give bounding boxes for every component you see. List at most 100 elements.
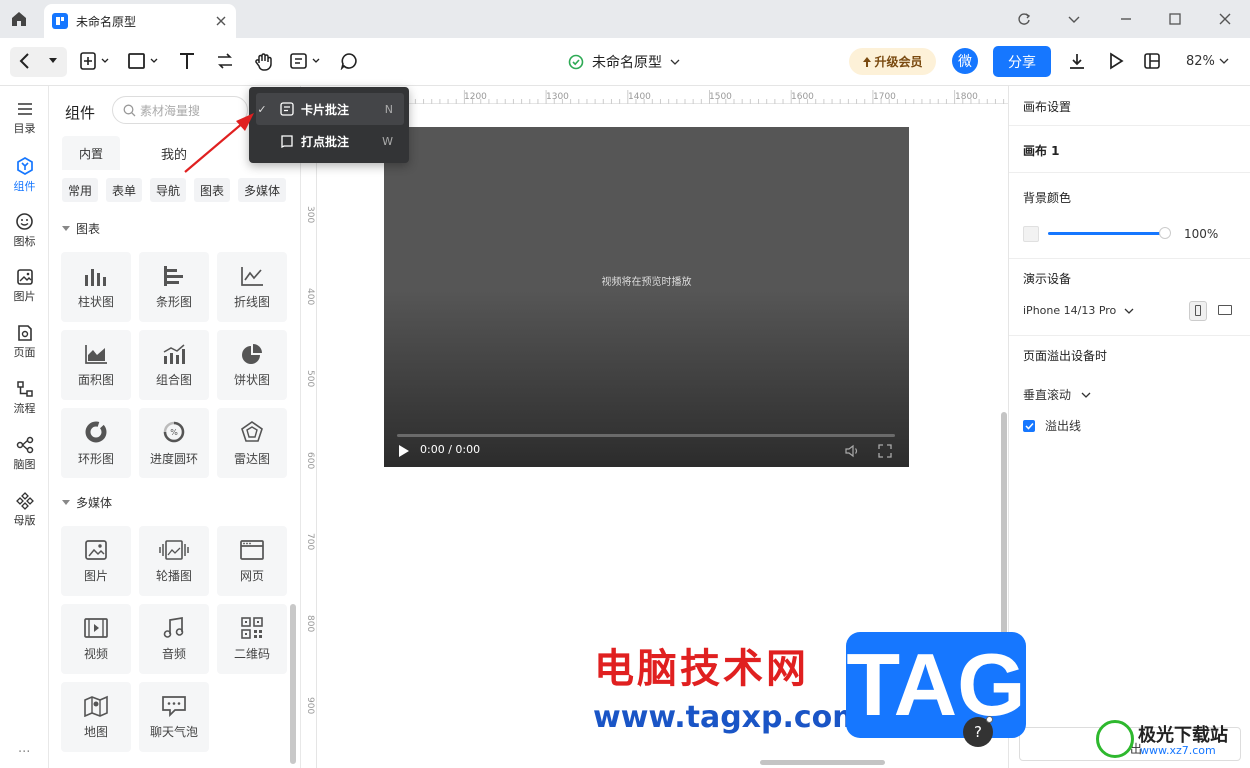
ruler-label: 1600 (791, 92, 814, 102)
play-icon[interactable] (1108, 52, 1124, 70)
close-tab-icon[interactable] (216, 16, 226, 26)
more-icon[interactable]: ··· (18, 745, 30, 760)
tile-pie-chart[interactable]: 饼状图 (217, 330, 287, 400)
landscape-orientation-icon[interactable] (1218, 305, 1232, 315)
opacity-slider[interactable] (1048, 232, 1166, 235)
connector-icon[interactable] (216, 52, 234, 70)
category-common[interactable]: 常用 (62, 178, 99, 202)
ruler-label: 1200 (464, 92, 487, 102)
webpage-icon (240, 539, 264, 560)
tile-bar-chart[interactable]: 柱状图 (61, 252, 131, 322)
opacity-value[interactable]: 100% (1184, 227, 1218, 241)
bg-color-swatch[interactable] (1023, 226, 1039, 242)
tile-combo-chart[interactable]: 组合图 (139, 330, 209, 400)
section-media[interactable]: 多媒体 (62, 494, 112, 511)
ruler-label: 900 (305, 697, 315, 715)
nav-images[interactable]: 图片 (0, 268, 49, 304)
nav-catalog[interactable]: 目录 (0, 100, 49, 136)
divider (1009, 125, 1250, 126)
tile-audio[interactable]: 音频 (139, 604, 209, 674)
tile-video[interactable]: 视频 (61, 604, 131, 674)
home-icon[interactable] (10, 10, 28, 28)
document-tab[interactable]: 未命名原型 (44, 4, 236, 38)
divider (1009, 258, 1250, 259)
video-progress-bar[interactable] (397, 434, 895, 437)
nav-pages[interactable]: 页面 (0, 324, 49, 360)
bar-chart-icon (85, 268, 106, 286)
rectangle-icon[interactable] (128, 52, 160, 70)
tile-line-chart[interactable]: 折线图 (217, 252, 287, 322)
nav-master[interactable]: 母版 (0, 492, 49, 528)
scroll-mode-select[interactable]: 垂直滚动 (1023, 386, 1091, 403)
tile-webpage[interactable]: 网页 (217, 526, 287, 596)
ruler-label: 400 (305, 288, 315, 306)
ruler-label: 700 (305, 533, 315, 551)
close-window-icon[interactable] (1218, 12, 1232, 26)
tile-progress-ring[interactable]: % 进度圆环 (139, 408, 209, 478)
divider (1009, 172, 1250, 173)
tile-chat-bubble[interactable]: 聊天气泡 (139, 682, 209, 752)
tile-qrcode[interactable]: 二维码 (217, 604, 287, 674)
chevron-down-icon (670, 59, 680, 65)
up-arrow-icon (863, 56, 872, 67)
category-media[interactable]: 多媒体 (238, 178, 287, 202)
menu-item-point-annotation[interactable]: 打点批注 W (249, 125, 409, 157)
video-player[interactable]: 视频将在预览时播放 0:00 / 0:00 (384, 127, 909, 467)
tile-ring-chart[interactable]: 环形图 (61, 408, 131, 478)
device-label: 演示设备 (1023, 272, 1072, 286)
comment-icon[interactable] (340, 52, 358, 70)
tile-map[interactable]: 地图 (61, 682, 131, 752)
ruler-label: 300 (305, 206, 315, 224)
category-chart[interactable]: 图表 (194, 178, 231, 202)
play-icon[interactable] (398, 444, 410, 458)
menu-item-card-annotation[interactable]: ✓ 卡片批注 N (249, 93, 409, 125)
canvas-horizontal-scrollbar[interactable] (760, 760, 885, 765)
panel-scrollbar[interactable] (290, 604, 296, 764)
tile-radar-chart[interactable]: 雷达图 (217, 408, 287, 478)
add-page-icon[interactable] (80, 52, 112, 70)
fullscreen-icon[interactable] (878, 444, 892, 458)
volume-icon[interactable] (845, 444, 861, 458)
tile-area-chart[interactable]: 面积图 (61, 330, 131, 400)
opacity-slider-handle[interactable] (1159, 227, 1171, 239)
progress-ring-icon: % (163, 421, 185, 442)
hand-icon[interactable] (254, 52, 274, 72)
document-title[interactable]: 未命名原型 (568, 52, 680, 72)
avatar[interactable]: 微 (952, 48, 978, 74)
overflow-line-checkbox[interactable]: 溢出线 (1023, 417, 1081, 434)
tile-carousel[interactable]: 轮播图 (139, 526, 209, 596)
refresh-icon[interactable] (1017, 12, 1031, 26)
zoom-level[interactable]: 82% (1186, 54, 1229, 69)
maximize-icon[interactable] (1168, 12, 1182, 26)
section-charts[interactable]: 图表 (62, 220, 100, 237)
share-button[interactable]: 分享 (993, 46, 1051, 77)
panel-title: 组件 (65, 104, 96, 122)
minimize-icon[interactable] (1119, 12, 1133, 26)
nav-mindmap[interactable]: 脑图 (0, 436, 49, 472)
chevron-down-icon (1081, 392, 1091, 398)
download-icon[interactable] (1068, 52, 1086, 70)
chevron-down-icon[interactable] (1067, 12, 1081, 26)
annotation-icon[interactable] (290, 52, 324, 70)
category-nav[interactable]: 导航 (150, 178, 187, 202)
portrait-orientation-icon[interactable] (1189, 301, 1207, 321)
caret-down-icon[interactable] (48, 57, 58, 65)
upgrade-button[interactable]: 升级会员 (849, 48, 936, 75)
nav-components[interactable]: 组件 (0, 156, 49, 194)
horizontal-bar-icon (164, 265, 183, 286)
category-form[interactable]: 表单 (106, 178, 143, 202)
tab-builtin[interactable]: 内置 (62, 136, 120, 170)
back-arrow-icon[interactable] (18, 52, 32, 70)
tile-hbar-chart[interactable]: 条形图 (139, 252, 209, 322)
chevron-down-icon (1124, 308, 1134, 314)
nav-icons[interactable]: 图标 (0, 212, 49, 249)
component-icon (16, 157, 33, 175)
ruler-label: 1300 (546, 92, 569, 102)
layout-icon[interactable] (1143, 52, 1161, 70)
bg-color-label: 背景颜色 (1023, 191, 1072, 205)
tile-image[interactable]: 图片 (61, 526, 131, 596)
nav-flow[interactable]: 流程 (0, 380, 49, 416)
device-select[interactable]: iPhone 14/13 Pro (1023, 304, 1134, 317)
text-icon[interactable] (178, 52, 196, 70)
document-title-text: 未命名原型 (592, 55, 662, 71)
